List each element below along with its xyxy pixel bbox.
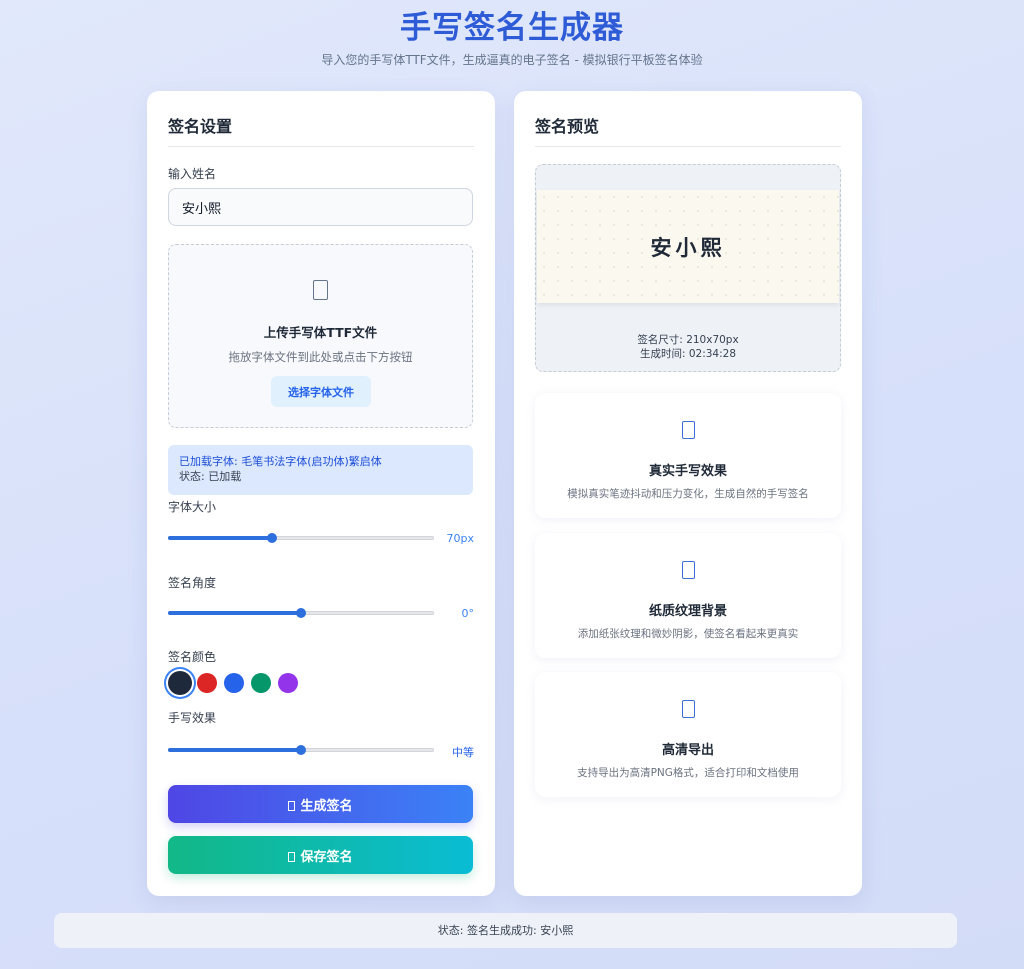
signature-paper: 安小熙 [537,190,839,303]
color-swatch[interactable] [197,673,217,693]
feature-desc: 添加纸张纹理和微妙阴影，使签名看起来更真实 [577,628,799,640]
color-label: 签名颜色 [168,650,217,664]
generate-signature-button[interactable]: 生成签名 [168,785,473,823]
color-swatch[interactable] [224,673,244,693]
settings-title: 签名设置 [168,117,233,136]
color-swatch[interactable] [251,673,271,693]
slider-knob[interactable] [296,608,306,618]
page-subtitle: 导入您的手写体TTF文件，生成逼真的电子签名 - 模拟银行平板签名体验 [321,53,703,67]
save-icon [288,851,296,862]
color-swatch[interactable] [168,671,192,695]
font-status-text: 状态: 已加载 [179,470,242,483]
loaded-font-text: 已加载字体: 毛笔书法字体(启功体)繁启体 [179,455,382,468]
pen-icon [288,800,296,811]
feature-desc: 模拟真实笔迹抖动和压力变化，生成自然的手写签名 [567,488,809,500]
feature-title: 真实手写效果 [648,464,727,479]
choose-font-button[interactable]: 选择字体文件 [271,376,371,407]
signature-text: 安小熙 [650,235,726,260]
feature-card: 纸质纹理背景 添加纸张纹理和微妙阴影，使签名看起来更真实 [535,533,841,658]
color-swatch[interactable] [278,673,298,693]
page-title: 手写签名生成器 [400,10,624,46]
effect-label: 手写效果 [168,711,217,725]
preview-panel: 签名预览 安小熙 签名尺寸: 210x70px 生成时间: 02:34:28 真… [514,91,862,896]
angle-value: 0° [461,607,475,620]
slider-fill [168,748,301,752]
upload-hint: 拖放字体文件到此处或点击下方按钮 [228,350,413,364]
effect-slider[interactable] [168,742,434,758]
status-bar: 状态: 签名生成成功: 安小熙 [54,913,957,948]
font-size-value: 70px [446,532,475,545]
file-icon [313,280,328,300]
divider [168,146,474,147]
file-icon [682,700,695,718]
generated-time: 生成时间: 02:34:28 [639,348,737,360]
settings-panel: 签名设置 输入姓名 上传手写体TTF文件 拖放字体文件到此处或点击下方按钮 选择… [147,91,495,896]
angle-label: 签名角度 [168,576,217,590]
angle-slider[interactable] [168,605,434,621]
save-signature-button[interactable]: 保存签名 [168,836,473,874]
name-input[interactable] [168,188,473,226]
slider-knob[interactable] [266,533,277,543]
slider-fill [168,611,301,615]
generate-label: 生成签名 [300,798,353,814]
slider-knob[interactable] [296,745,306,755]
name-label: 输入姓名 [168,167,217,181]
signature-size: 签名尺寸: 210x70px [637,334,739,346]
feature-title: 高清导出 [661,743,714,758]
file-icon [682,561,695,579]
font-upload-dropzone[interactable]: 上传手写体TTF文件 拖放字体文件到此处或点击下方按钮 选择字体文件 [168,244,473,428]
feature-desc: 支持导出为高清PNG格式，适合打印和文档使用 [577,767,799,779]
feature-title: 纸质纹理背景 [648,604,727,619]
upload-title: 上传手写体TTF文件 [263,325,378,340]
font-info-panel: 已加载字体: 毛笔书法字体(启功体)繁启体 状态: 已加载 [168,445,473,495]
font-size-slider[interactable] [168,530,434,546]
save-label: 保存签名 [300,849,353,865]
effect-value: 中等 [452,746,474,759]
divider [535,146,841,147]
slider-fill [168,536,272,540]
feature-card: 高清导出 支持导出为高清PNG格式，适合打印和文档使用 [535,672,841,797]
font-size-label: 字体大小 [168,500,217,514]
feature-card: 真实手写效果 模拟真实笔迹抖动和压力变化，生成自然的手写签名 [535,393,841,518]
preview-title: 签名预览 [535,117,600,136]
file-icon [682,421,695,439]
signature-preview-area: 安小熙 签名尺寸: 210x70px 生成时间: 02:34:28 [535,164,841,372]
